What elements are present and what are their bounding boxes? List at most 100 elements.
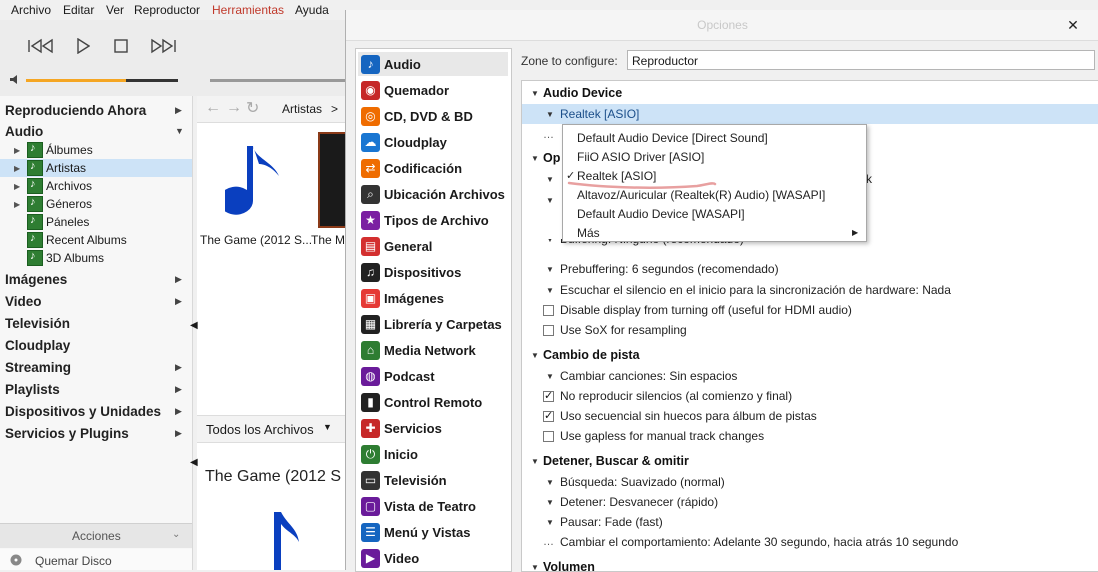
category-inicio[interactable]: ⏻ Inicio bbox=[358, 442, 508, 466]
category-cd-dvd-bd[interactable]: ◎ CD, DVD & BD bbox=[358, 104, 508, 128]
close-button[interactable]: ✕ bbox=[1062, 17, 1084, 34]
menu-ver[interactable]: Ver bbox=[106, 3, 124, 17]
volume-slider[interactable] bbox=[26, 79, 178, 82]
menu-icon: ☰ bbox=[361, 522, 380, 542]
sidebar-item-archivos[interactable]: ▶Archivos bbox=[0, 177, 192, 195]
collapse-icon: ▼ bbox=[531, 153, 539, 163]
section-detener-buscar[interactable]: ▼ Detener, Buscar & omitir bbox=[522, 451, 1098, 471]
breadcrumb-artistas[interactable]: Artistas bbox=[282, 102, 322, 116]
menu-reproductor[interactable]: Reproductor bbox=[134, 3, 200, 17]
no-silence-row[interactable]: No reproducir silencios (al comienzo y f… bbox=[522, 386, 1098, 406]
sidebar-item-albumes[interactable]: ▶Álbumes bbox=[0, 141, 192, 159]
sidebar-item-recent-albums[interactable]: Recent Albums bbox=[0, 231, 192, 249]
category-tipos-archivo[interactable]: ★ Tipos de Archivo bbox=[358, 208, 508, 232]
sidebar-item-paneles[interactable]: Páneles bbox=[0, 213, 192, 231]
acciones-panel-header[interactable]: Acciones ⌄ bbox=[0, 523, 192, 548]
sidebar-item-servicios[interactable]: Servicios y Plugins ▶ bbox=[0, 422, 192, 444]
sidebar-item-dispositivos[interactable]: Dispositivos y Unidades ▶ bbox=[0, 400, 192, 422]
chevron-down-icon: ⌄ bbox=[172, 529, 181, 540]
dropdown-icon: ▼ bbox=[546, 264, 554, 274]
section-cambio-pista[interactable]: ▼ Cambio de pista bbox=[522, 345, 1098, 365]
sidebar-item-video[interactable]: Video ▶ bbox=[0, 290, 192, 312]
checkbox-checked[interactable] bbox=[543, 409, 554, 422]
collapse-arrow-icon[interactable]: ◀ bbox=[190, 320, 198, 331]
device-option-default-wasapi[interactable]: Default Audio Device [WASAPI] bbox=[563, 204, 866, 223]
menu-editar[interactable]: Editar bbox=[63, 3, 94, 17]
menu-bar: Archivo Editar Ver Reproductor Herramien… bbox=[0, 0, 345, 20]
sidebar-item-streaming[interactable]: Streaming ▶ bbox=[0, 356, 192, 378]
gapless-manual-row[interactable]: Use gapless for manual track changes bbox=[522, 426, 1098, 446]
search-row[interactable]: ▼ Búsqueda: Suavizado (normal) bbox=[522, 472, 1098, 492]
category-vista-teatro[interactable]: ▢ Vista de Teatro bbox=[358, 494, 508, 518]
change-tracks-row[interactable]: ▼ Cambiar canciones: Sin espacios bbox=[522, 366, 1098, 386]
sidebar-item-playlists[interactable]: Playlists ▶ bbox=[0, 378, 192, 400]
menu-herramientas[interactable]: Herramientas bbox=[212, 3, 284, 17]
previous-track-button[interactable] bbox=[24, 34, 58, 58]
category-media-network[interactable]: ⌂ Media Network bbox=[358, 338, 508, 362]
category-libreria-carpetas[interactable]: ▦ Librería y Carpetas bbox=[358, 312, 508, 336]
disable-display-row[interactable]: Disable display from turning off (useful… bbox=[522, 300, 1098, 320]
silence-sync-row[interactable]: ▼ Escuchar el silencio en el inicio para … bbox=[522, 280, 1098, 300]
sidebar-item-audio[interactable]: Audio ▼ bbox=[0, 120, 192, 142]
sox-row[interactable]: Use SoX for resampling bbox=[522, 320, 1098, 340]
device-option-fiio-asio[interactable]: FiiO ASIO Driver [ASIO] bbox=[563, 147, 866, 166]
album-tile-title[interactable]: The Game (2012 S... bbox=[200, 233, 312, 247]
close-icon: ✕ bbox=[1067, 17, 1079, 33]
category-servicios[interactable]: ✚ Servicios bbox=[358, 416, 508, 440]
sidebar-item-television[interactable]: Televisión bbox=[0, 312, 192, 334]
zone-select[interactable]: Reproductor bbox=[627, 50, 1095, 70]
back-icon[interactable]: ← bbox=[205, 99, 221, 117]
sidebar-item-3d-albums[interactable]: 3D Albums bbox=[0, 249, 192, 267]
sidebar-item-cloudplay[interactable]: Cloudplay bbox=[0, 334, 192, 356]
checkbox-checked[interactable] bbox=[543, 389, 554, 402]
category-television[interactable]: ▭ Televisión bbox=[358, 468, 508, 492]
prebuffering-row[interactable]: ▼ Prebuffering: 6 segundos (recomendado) bbox=[522, 259, 1098, 279]
next-track-button[interactable] bbox=[146, 34, 180, 58]
dialog-titlebar[interactable]: Opciones ✕ bbox=[346, 10, 1098, 41]
category-control-remoto[interactable]: ▮ Control Remoto bbox=[358, 390, 508, 414]
quemar-disco-action[interactable]: Quemar Disco bbox=[0, 549, 192, 570]
category-ubicacion-archivos[interactable]: ⌕ Ubicación Archivos bbox=[358, 182, 508, 206]
stop-button[interactable] bbox=[104, 34, 138, 58]
category-menu-vistas[interactable]: ☰ Menú y Vistas bbox=[358, 520, 508, 544]
menu-ayuda[interactable]: Ayuda bbox=[295, 3, 329, 17]
play-button[interactable] bbox=[66, 34, 100, 58]
album-tile-title-2[interactable]: The M bbox=[311, 233, 345, 247]
dropdown-icon: ▼ bbox=[546, 497, 554, 507]
category-imagenes[interactable]: ▣ Imágenes bbox=[358, 286, 508, 310]
forward-icon[interactable]: → bbox=[226, 99, 242, 117]
category-codificacion[interactable]: ⇄ Codificación bbox=[358, 156, 508, 180]
sidebar-item-imagenes[interactable]: Imágenes ▶ bbox=[0, 268, 192, 290]
checkbox[interactable] bbox=[543, 430, 554, 442]
category-quemador[interactable]: ◉ Quemador bbox=[358, 78, 508, 102]
audio-device-value[interactable]: ▼ Realtek [ASIO] bbox=[522, 104, 1098, 124]
category-podcast[interactable]: ◍ Podcast bbox=[358, 364, 508, 388]
position-slider[interactable] bbox=[210, 79, 345, 82]
theater-icon: ▢ bbox=[361, 496, 380, 516]
sidebar-item-artistas[interactable]: ▶Artistas bbox=[0, 159, 192, 177]
category-dispositivos[interactable]: ♫ Dispositivos bbox=[358, 260, 508, 284]
refresh-icon[interactable]: ↻ bbox=[246, 98, 259, 118]
category-general[interactable]: ▤ General bbox=[358, 234, 508, 258]
stop-row[interactable]: ▼ Detener: Desvanecer (rápido) bbox=[522, 492, 1098, 512]
menu-archivo[interactable]: Archivo bbox=[11, 3, 51, 17]
category-audio[interactable]: ♪ Audio bbox=[358, 52, 508, 76]
section-audio-device[interactable]: ▼ Audio Device bbox=[522, 83, 1098, 103]
chevron-right-icon: ▶ bbox=[175, 295, 182, 306]
sidebar-item-generos[interactable]: ▶Géneros bbox=[0, 195, 192, 213]
device-option-direct-sound[interactable]: Default Audio Device [Direct Sound] bbox=[563, 128, 866, 147]
sidebar-item-reproduciendo-ahora[interactable]: Reproduciendo Ahora ▶ bbox=[0, 99, 192, 121]
behavior-row[interactable]: … Cambiar el comportamiento: Adelante 30 … bbox=[522, 532, 1098, 552]
pause-row[interactable]: ▼ Pausar: Fade (fast) bbox=[522, 512, 1098, 532]
category-cloudplay[interactable]: ☁ Cloudplay bbox=[358, 130, 508, 154]
device-option-mas[interactable]: Más ▶ bbox=[563, 223, 866, 242]
todos-archivos-bar[interactable]: Todos los Archivos ▼ bbox=[197, 415, 345, 443]
category-video[interactable]: ▶ Video bbox=[358, 546, 508, 570]
audio-device-dropdown: Default Audio Device [Direct Sound] FiiO… bbox=[562, 124, 867, 242]
checkbox[interactable] bbox=[543, 324, 554, 336]
collapse-arrow-icon[interactable]: ◀ bbox=[190, 457, 198, 468]
gapless-sequential-row[interactable]: Uso secuencial sin huecos para álbum de … bbox=[522, 406, 1098, 426]
checkbox[interactable] bbox=[543, 304, 554, 316]
sidebar: Reproduciendo Ahora▶ Audio▼ ▶Álbumes ▶Ar… bbox=[0, 96, 193, 570]
chevron-right-icon: ▶ bbox=[175, 273, 182, 284]
